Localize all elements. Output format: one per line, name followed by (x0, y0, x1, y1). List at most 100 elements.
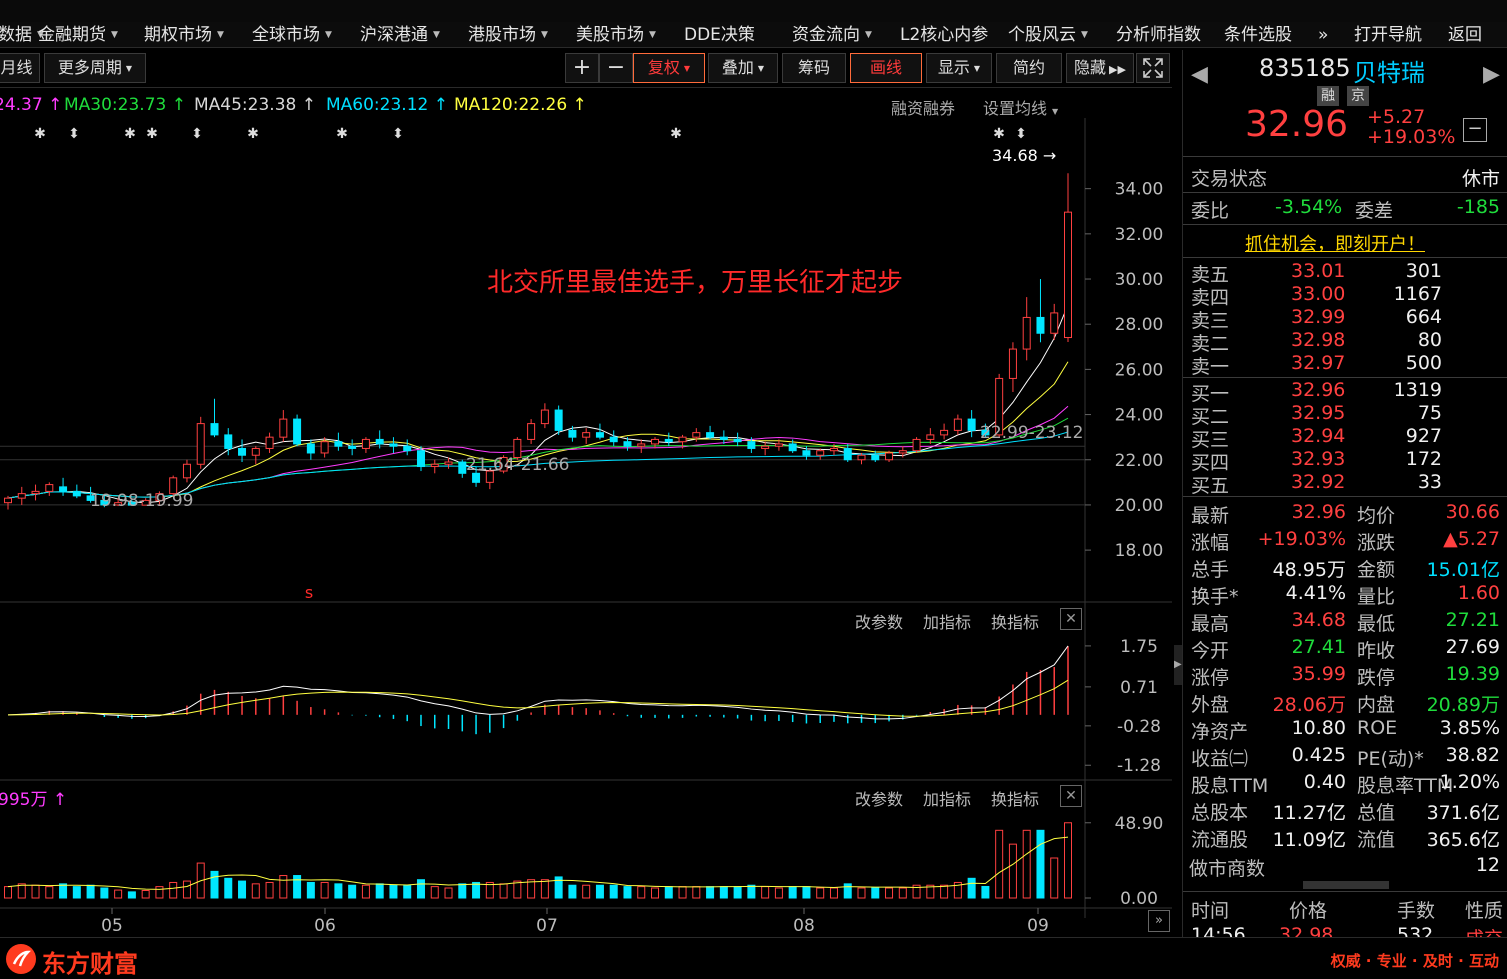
candle-body (926, 434, 935, 440)
caret-down-icon: ▼ (757, 63, 765, 73)
double-chevron-right-icon: ▶▶ (1109, 63, 1126, 76)
volume-bar (857, 887, 866, 899)
volume-bar (871, 887, 880, 899)
candle-body (885, 452, 894, 461)
volume-bar (719, 886, 728, 899)
volume-bar (692, 886, 701, 899)
volume-bar (885, 887, 894, 899)
menu-item-13[interactable]: » (1318, 22, 1328, 48)
volume-bar (967, 877, 976, 899)
menu-item-10[interactable]: 个股风云 ▼ (1008, 22, 1088, 48)
candle-body (251, 447, 260, 456)
volume-add-indicator-button[interactable]: 加指标 (923, 786, 971, 810)
panel-splitter[interactable] (1303, 881, 1389, 889)
draw-line-button[interactable]: 画线 (850, 53, 922, 83)
volume-bar (609, 884, 618, 899)
volume-bar (224, 877, 233, 899)
macd-params-button[interactable]: 改参数 (855, 609, 903, 633)
macd-add-indicator-button[interactable]: 加指标 (923, 609, 971, 633)
candle-body (375, 438, 384, 445)
window-top-strip (0, 0, 1507, 22)
overlay-dropdown[interactable]: 叠加 ▼ (708, 53, 778, 83)
candle-body (279, 418, 288, 438)
next-stock-arrow-icon[interactable]: ▶ (1483, 62, 1500, 87)
more-periods-dropdown[interactable]: 更多周期 ▼ (44, 53, 146, 83)
kline-chart[interactable]: 34.00 32.00 30.00 28.00 26.00 24.00 22.00 20.00… (0, 118, 1172, 938)
volume-bar (664, 886, 673, 899)
candle-body (774, 443, 783, 447)
candle-body (1064, 211, 1072, 339)
period-month-button[interactable]: 月线 (0, 53, 40, 83)
candle-body (953, 418, 962, 431)
trades-header-time: 时间 (1191, 900, 1230, 922)
set-ma-dropdown[interactable]: 设置均线 ▼ (983, 95, 1058, 119)
menu-item-9[interactable]: L2核心内参 (900, 22, 988, 48)
menu-item-7[interactable]: DDE决策 (684, 22, 755, 48)
event-marker-icon: ⬍ (191, 126, 203, 142)
candle-body (416, 450, 425, 468)
menu-item-15[interactable]: 返回 (1448, 22, 1482, 48)
stock-name: 贝特瑞 (1353, 59, 1425, 87)
x-tick-label: 06 (314, 916, 336, 936)
macd-switch-indicator-button[interactable]: 换指标 (991, 609, 1039, 633)
volume-bar (182, 880, 191, 899)
volume-bar (802, 886, 811, 899)
chips-button[interactable]: 筹码 (782, 53, 846, 83)
menu-item-3[interactable]: 全球市场 ▼ (252, 22, 332, 48)
margin-trading-link[interactable]: 融资融券 (891, 95, 955, 119)
volume-bar (499, 883, 508, 899)
ma-legend-item: MA30:23.73 ↑ (64, 95, 186, 115)
simple-mode-button[interactable]: 简约 (996, 53, 1062, 83)
hide-button[interactable]: 隐藏 ▶▶ (1066, 53, 1134, 83)
volume-bar (86, 884, 95, 899)
volume-ma-line (7, 836, 1069, 890)
menu-item-2[interactable]: 期权市场 ▼ (144, 22, 224, 48)
volume-bar (1022, 829, 1031, 899)
candle-body (554, 409, 563, 431)
fullscreen-button[interactable] (1136, 53, 1170, 83)
volume-bar (348, 884, 357, 899)
candle-body (816, 450, 825, 456)
caret-down-icon: ▼ (973, 63, 981, 73)
menu-item-6[interactable]: 美股市场 ▼ (576, 22, 656, 48)
trade-row: 14:56 32.98 532 成交 (1191, 924, 1503, 938)
candle-body (568, 429, 577, 438)
event-marker-icon: ✱ (336, 126, 348, 142)
collapse-minus-icon[interactable]: − (1463, 118, 1487, 142)
zoom-in-button[interactable]: + (565, 53, 599, 83)
open-account-link[interactable]: 抓住机会，即刻开户！ (1245, 230, 1425, 256)
macd-close-icon[interactable]: ✕ (1060, 608, 1082, 630)
macd-dea-line (7, 679, 1069, 717)
zoom-out-button[interactable]: − (599, 53, 633, 83)
prev-stock-arrow-icon[interactable]: ◀ (1191, 62, 1208, 87)
adjust-dropdown[interactable]: 复权 ▼ (633, 53, 705, 83)
candle-body (761, 445, 770, 449)
volume-close-icon[interactable]: ✕ (1060, 785, 1082, 807)
candle-body (361, 438, 370, 449)
volume-bar (430, 886, 439, 899)
scroll-right-button[interactable]: » (1148, 910, 1170, 932)
menu-item-4[interactable]: 沪深港通 ▼ (360, 22, 440, 48)
weibi-value: -3.54% (1275, 196, 1343, 218)
brand-name: 东方财富 (42, 950, 138, 978)
panel-collapse-handle[interactable]: ▶ (1174, 645, 1182, 685)
menu-item-8[interactable]: 资金流向 ▼ (792, 22, 872, 48)
volume-bar (761, 886, 770, 899)
menu-item-14[interactable]: 打开导航 (1354, 22, 1422, 48)
volume-bar (210, 870, 219, 899)
volume-bar (416, 879, 425, 899)
menu-item-12[interactable]: 条件选股 (1224, 22, 1292, 48)
volume-bar (651, 887, 660, 899)
volume-params-button[interactable]: 改参数 (855, 786, 903, 810)
menu-item-5[interactable]: 港股市场 ▼ (468, 22, 548, 48)
volume-bar (623, 886, 632, 899)
volume-bar (444, 887, 453, 899)
volume-switch-indicator-button[interactable]: 换指标 (991, 786, 1039, 810)
candle-body (334, 441, 343, 447)
candle-body (1036, 316, 1045, 334)
display-dropdown[interactable]: 显示 ▼ (926, 53, 992, 83)
candle-body (1008, 348, 1017, 379)
menu-item-11[interactable]: 分析师指数 (1116, 22, 1201, 48)
menu-item-1[interactable]: 金融期货 ▼ (38, 22, 118, 48)
y-tick-label: 28.00 (1115, 315, 1164, 335)
